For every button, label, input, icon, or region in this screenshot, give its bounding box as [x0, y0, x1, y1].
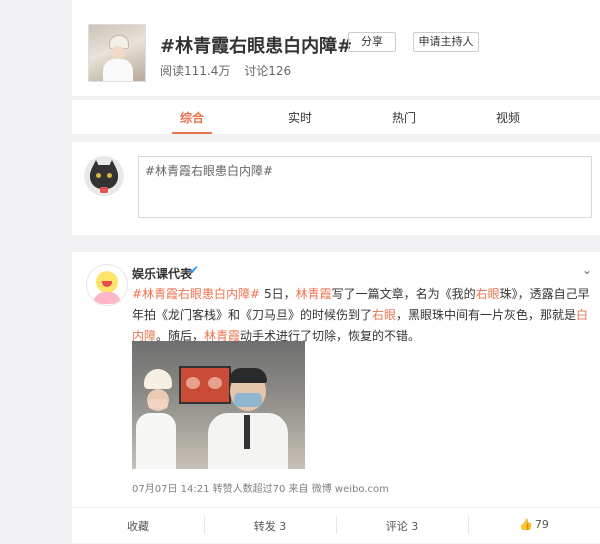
woman-mask: [148, 399, 168, 409]
repost-button[interactable]: 转发 3: [204, 518, 336, 534]
apply-host-button[interactable]: 申请主持人: [413, 32, 479, 52]
user-avatar[interactable]: [84, 156, 124, 196]
active-tab-indicator: [172, 132, 212, 134]
like-count: 79: [534, 518, 549, 531]
post-photo[interactable]: [132, 341, 305, 469]
avatar-body: [93, 292, 121, 304]
topic-stats: 阅读111.4万 讨论126: [160, 62, 301, 79]
chevron-down-icon[interactable]: ⌄: [582, 263, 592, 277]
tab-comprehensive[interactable]: 综合: [162, 109, 222, 126]
topic-header: #林青霞右眼患白内障# 阅读111.4万 讨论126 分享 申请主持人: [72, 0, 600, 96]
topic-tabs: 综合 实时 热门 视频: [72, 100, 600, 135]
cat-bow: [100, 187, 108, 193]
cat-eye-left: [96, 173, 101, 178]
keyword-link[interactable]: 林青霞: [296, 287, 332, 301]
tab-video[interactable]: 视频: [478, 109, 538, 126]
collect-button[interactable]: 收藏: [72, 518, 204, 534]
post-text-segment: ，黑眼珠中间有一片灰色，那就是: [396, 308, 577, 322]
body-shape: [103, 59, 133, 81]
post-composer: #林青霞右眼患白内障#: [72, 142, 600, 235]
keyword-link[interactable]: 右眼: [476, 287, 500, 301]
verified-v-icon: ✔: [189, 263, 200, 277]
face-shape: [111, 46, 125, 60]
author-name[interactable]: 娱乐课代表: [132, 265, 192, 282]
tab-realtime[interactable]: 实时: [270, 109, 330, 126]
woman-body: [136, 413, 176, 469]
hashtag-link[interactable]: #林青霞右眼患白内障#: [132, 287, 260, 301]
share-button[interactable]: 分享: [348, 32, 396, 52]
discussion-count: 讨论126: [244, 64, 292, 78]
post-actions: 收藏 转发 3 评论 3 👍 79: [72, 507, 600, 544]
topic-title: #林青霞右眼患白内障#: [160, 36, 353, 57]
post-body: #林青霞右眼患白内障# 5日，林青霞写了一篇文章，名为《我的右眼珠》，透露自己早…: [132, 284, 590, 347]
read-count: 阅读111.4万: [160, 64, 231, 78]
doctor-hair: [229, 368, 267, 383]
monitor-eye-right: [208, 377, 222, 389]
post-text-segment: 写了一篇文章，名为《我的: [331, 287, 476, 301]
author-avatar[interactable]: [86, 264, 128, 306]
eye-scan-monitor: [179, 366, 231, 404]
feed-post: 娱乐课代表 ✔ ⌄ #林青霞右眼患白内障# 5日，林青霞写了一篇文章，名为《我的…: [72, 252, 600, 543]
post-text-segment: 5日，: [260, 287, 296, 301]
comment-button[interactable]: 评论 3: [336, 518, 468, 534]
like-button[interactable]: 👍 79: [468, 518, 600, 531]
compose-textarea[interactable]: #林青霞右眼患白内障#: [138, 156, 592, 218]
thumbs-up-icon: 👍: [519, 518, 533, 531]
keyword-link[interactable]: 右眼: [372, 308, 396, 322]
doctor-mask: [234, 393, 262, 407]
topic-cover-image[interactable]: [88, 24, 146, 82]
tab-hot[interactable]: 热门: [374, 109, 434, 126]
cat-head: [90, 165, 118, 189]
post-meta: 07月07日 14:21 转赞人数超过70 来自 微博 weibo.com: [132, 484, 389, 495]
doctor-tie: [244, 415, 250, 449]
monitor-eye-left: [186, 377, 200, 389]
cat-eye-right: [107, 173, 112, 178]
woman-hat: [144, 369, 172, 389]
